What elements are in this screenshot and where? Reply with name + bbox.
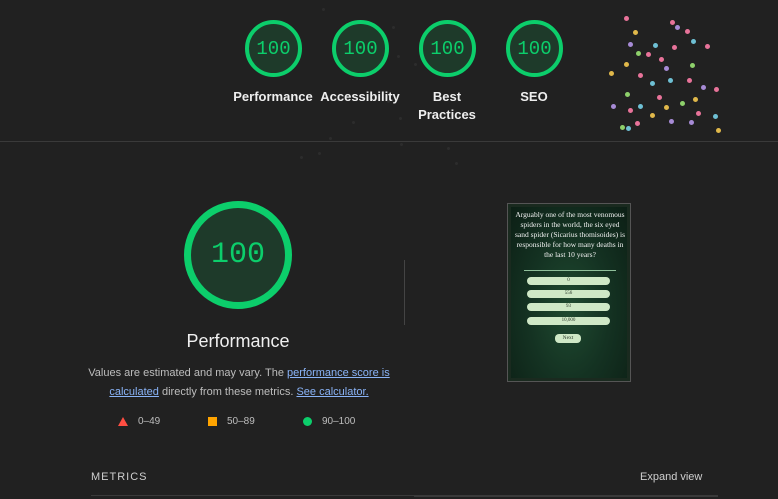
performance-label: Performance [233,89,313,104]
metrics-heading: METRICS [91,471,148,483]
final-screenshot[interactable]: Arguably one of the most venomous spider… [507,203,631,382]
best-practices-label: Best Practices [418,89,476,122]
desc-middle: directly from these metrics. [158,386,297,398]
metrics-divider-right [414,495,718,497]
legend-fail: 0–49 [118,416,160,427]
accessibility-label: Accessibility [320,89,400,104]
quiz-option: 556 [527,290,610,298]
vertical-divider [404,260,405,325]
gauge-score: 100 [517,37,552,60]
best-practices-gauge[interactable]: 100 [419,20,476,77]
gauge-score: 100 [343,37,378,60]
see-calculator-link[interactable]: See calculator. [296,386,368,398]
expand-view-button[interactable]: Expand view [640,471,702,483]
gauge-score: 100 [430,37,465,60]
legend-pass: 90–100 [303,416,355,427]
legend-range: 90–100 [322,416,356,427]
quiz-question: Arguably one of the most venomous spider… [515,210,625,259]
score-header: 100 Performance 100 Accessibility 100 Be… [0,0,778,142]
legend-average: 50–89 [208,416,255,427]
main-score: 100 [210,238,265,272]
desc-prefix: Values are estimated and may vary. The [88,367,287,379]
seo-gauge[interactable]: 100 [506,20,563,77]
quiz-option: 10,000 [527,317,610,325]
circle-icon [303,417,312,426]
square-icon [208,417,217,426]
score-description: Values are estimated and may vary. The p… [84,364,394,402]
triangle-icon [118,417,128,426]
quiz-option: 0 [527,277,610,285]
legend-range: 0–49 [138,416,161,427]
quiz-next-button: Next [555,334,581,343]
performance-gauge[interactable]: 100 [245,20,302,77]
performance-title: Performance [186,331,290,351]
performance-main-gauge: 100 [184,201,292,309]
accessibility-gauge[interactable]: 100 [332,20,389,77]
legend-range: 50–89 [227,416,255,427]
quiz-option: 93 [527,303,610,311]
gauge-score: 100 [256,37,291,60]
question-divider [524,270,616,271]
seo-label: SEO [520,89,548,104]
